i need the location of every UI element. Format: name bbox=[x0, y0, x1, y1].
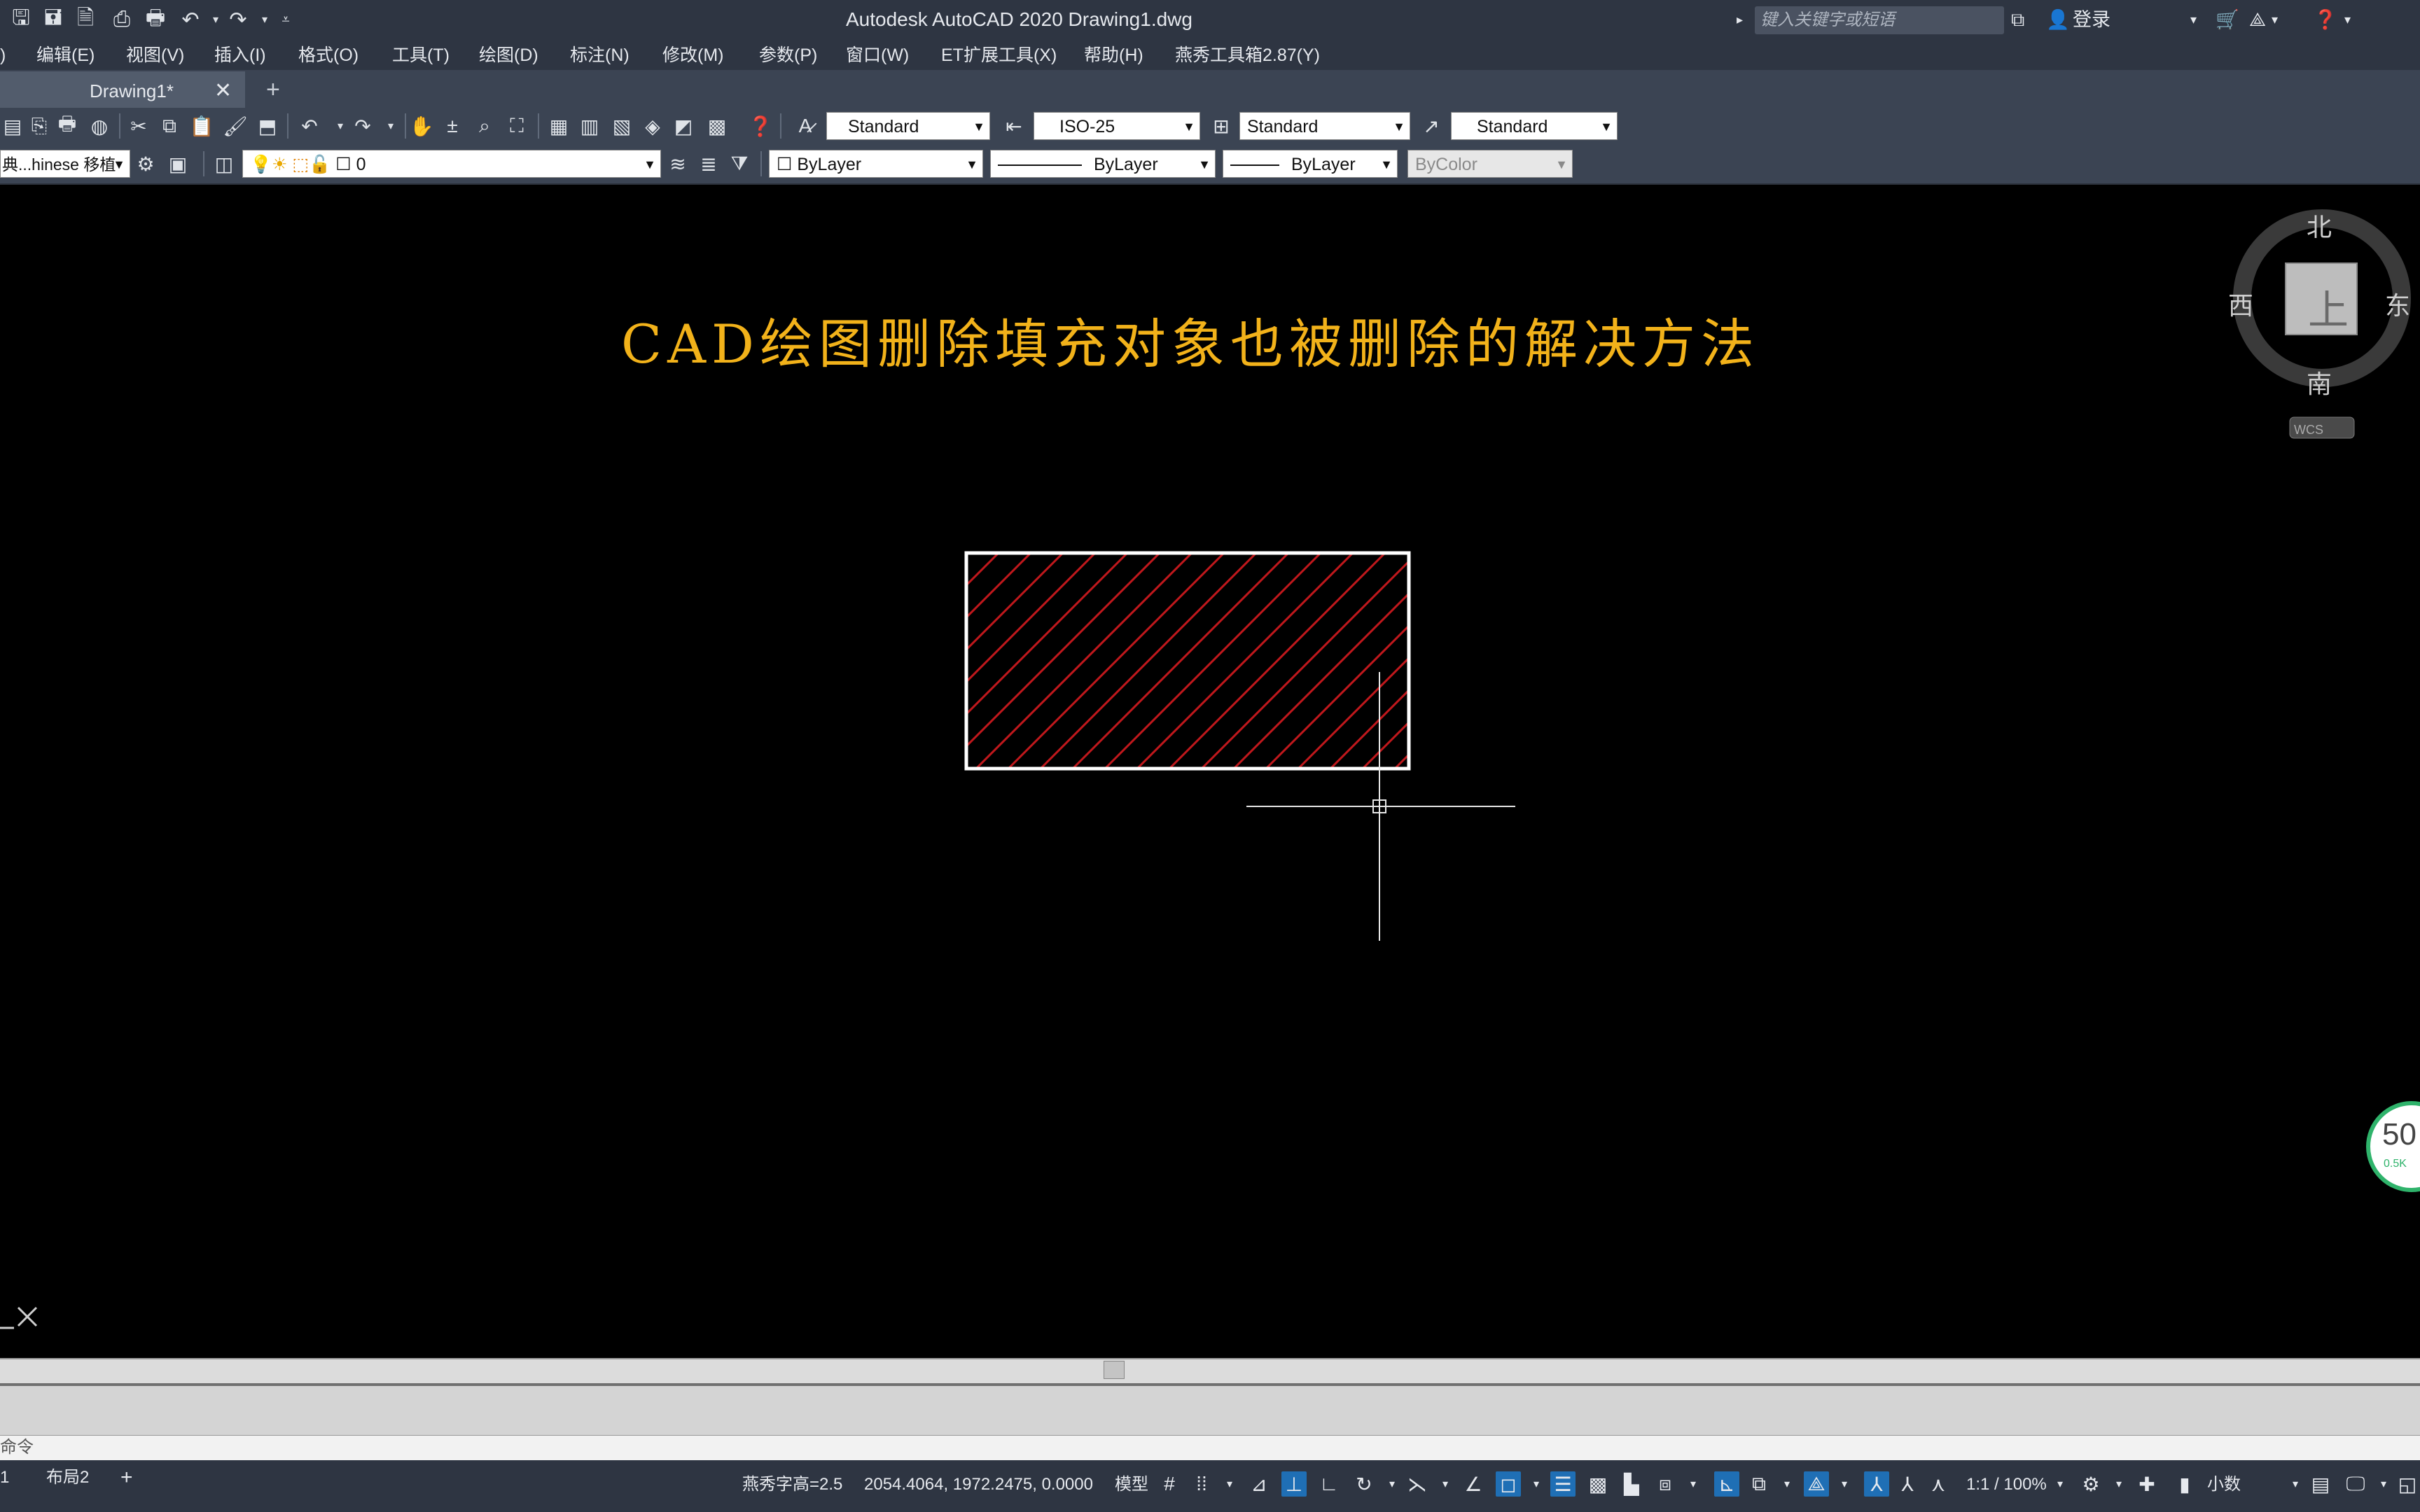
command-input[interactable] bbox=[0, 1435, 2420, 1461]
snap-dropdown-icon[interactable]: ▾ bbox=[1217, 1471, 1242, 1497]
wcs-label: WCS bbox=[2294, 423, 2323, 437]
object-snap-tracking-icon[interactable]: ∠ bbox=[1461, 1471, 1486, 1497]
hatch-line bbox=[1588, 553, 1804, 769]
hatch-line bbox=[1232, 592, 1409, 769]
gizmo-dropdown-icon[interactable]: ▾ bbox=[1832, 1471, 1857, 1497]
tab-layout2[interactable]: 布局2 bbox=[46, 1463, 89, 1492]
osnap-dropdown-icon[interactable]: ▾ bbox=[1524, 1471, 1549, 1497]
lineweight-icon[interactable]: ☰ bbox=[1550, 1471, 1576, 1497]
hatch-line bbox=[975, 553, 1193, 769]
model-space-button[interactable]: 模型 bbox=[1115, 1473, 1148, 1497]
hatch-line bbox=[1200, 559, 1409, 769]
isodraft-icon[interactable]: ⋋ bbox=[1405, 1471, 1430, 1497]
transparency-icon[interactable]: ▩ bbox=[1585, 1471, 1611, 1497]
viewcube-south[interactable]: 南 bbox=[2307, 364, 2332, 400]
units-icon[interactable]: ▮ bbox=[2172, 1471, 2197, 1497]
hatch-line bbox=[1620, 553, 1836, 769]
hatch-line bbox=[1297, 656, 1409, 769]
viewcube-west[interactable]: 西 bbox=[2228, 286, 2253, 322]
add-layout-icon[interactable]: + bbox=[120, 1463, 133, 1492]
dynamic-input-icon[interactable]: ⊥ bbox=[1281, 1471, 1307, 1497]
drawing-geometry bbox=[0, 551, 1836, 1329]
hatch-line bbox=[966, 553, 968, 555]
workspace-switch-icon[interactable]: ⚙ bbox=[2078, 1471, 2103, 1497]
quick-properties-icon[interactable]: ▤ bbox=[2308, 1471, 2333, 1497]
viewcube-face-label: 上 bbox=[2308, 288, 2349, 333]
gizmo-icon[interactable]: ⟁ bbox=[1804, 1471, 1829, 1497]
scrollbar-thumb[interactable] bbox=[1104, 1361, 1125, 1379]
units-value[interactable]: 小数 bbox=[2207, 1473, 2241, 1497]
speed-value: 50 bbox=[2382, 1117, 2416, 1152]
object-snap-icon[interactable]: ◻ bbox=[1496, 1471, 1521, 1497]
hatch-line bbox=[1071, 553, 1290, 769]
command-prompt: 命令 bbox=[0, 1438, 34, 1457]
hatch-line bbox=[966, 553, 1064, 652]
auto-scale-icon[interactable]: ⅄ bbox=[1895, 1471, 1920, 1497]
selection-filter-icon[interactable]: ⧉ bbox=[1746, 1471, 1772, 1497]
scale-dropdown-icon[interactable]: ▾ bbox=[2047, 1471, 2073, 1497]
annotation-monitor-icon[interactable]: ✚ bbox=[2134, 1471, 2160, 1497]
isolate-objects-icon[interactable]: ◱ bbox=[2395, 1471, 2420, 1497]
ucs-icon bbox=[17, 1306, 38, 1327]
hatch-line bbox=[966, 553, 1129, 716]
hatch-line bbox=[1039, 553, 1258, 769]
hatch-line bbox=[966, 553, 1032, 620]
polar-dropdown-icon[interactable]: ▾ bbox=[1379, 1471, 1405, 1497]
hatch-line bbox=[1524, 553, 1739, 769]
layout-tabs bbox=[0, 1460, 728, 1512]
ortho-icon[interactable]: ∟ bbox=[1316, 1471, 1342, 1497]
coordinates-readout[interactable]: 2054.4064, 1972.2475, 0.0000 bbox=[864, 1473, 1093, 1497]
hatch-line bbox=[1459, 553, 1675, 769]
hatch-line bbox=[1556, 553, 1772, 769]
annotation-visibility-icon[interactable]: ⅄ bbox=[1864, 1471, 1889, 1497]
3dosnap-dropdown-icon[interactable]: ▾ bbox=[1681, 1471, 1706, 1497]
hatch-line bbox=[1265, 624, 1409, 769]
tab-layout1[interactable]: 1 bbox=[0, 1463, 9, 1492]
3d-osnap-icon[interactable]: ⧈ bbox=[1653, 1471, 1678, 1497]
hatch-line bbox=[966, 553, 1097, 684]
viewcube-east[interactable]: 东 bbox=[2385, 286, 2410, 322]
annotation-scale-value[interactable]: 1:1 / 100% bbox=[1966, 1473, 2047, 1497]
hatch-line bbox=[966, 553, 1161, 748]
hatch-line bbox=[1427, 553, 1643, 769]
hatch-line bbox=[1007, 553, 1225, 769]
units-dropdown-icon[interactable]: ▾ bbox=[2283, 1471, 2308, 1497]
annotation-scale-icon[interactable]: ⋏ bbox=[1926, 1471, 1951, 1497]
viewcube-north[interactable]: 北 bbox=[2307, 207, 2332, 244]
polar-tracking-icon[interactable]: ↻ bbox=[1351, 1471, 1377, 1497]
hatch-line bbox=[1491, 553, 1707, 769]
grid-icon[interactable]: # bbox=[1157, 1471, 1182, 1497]
yanxiu-text-height[interactable]: 燕秀字高=2.5 bbox=[742, 1473, 842, 1497]
snap-icon[interactable]: ⁞⁞ bbox=[1189, 1471, 1214, 1497]
hatch-line bbox=[1168, 553, 1386, 769]
filter-dropdown-icon[interactable]: ▾ bbox=[1774, 1471, 1800, 1497]
hatch-pattern[interactable] bbox=[751, 553, 1836, 769]
speed-sub: 0.5K bbox=[2384, 1158, 2407, 1170]
hardware-dropdown-icon[interactable]: ▾ bbox=[2371, 1471, 2396, 1497]
horizontal-scrollbar[interactable] bbox=[0, 1358, 2420, 1385]
isodraft-dropdown-icon[interactable]: ▾ bbox=[1433, 1471, 1458, 1497]
workspace-dropdown-icon[interactable]: ▾ bbox=[2106, 1471, 2132, 1497]
command-history bbox=[0, 1383, 2420, 1438]
hardware-acceleration-icon[interactable]: 🖵 bbox=[2343, 1471, 2368, 1497]
hatch-line bbox=[1329, 688, 1409, 769]
selection-cycling-icon[interactable]: ▙ bbox=[1619, 1471, 1644, 1497]
hatch-line bbox=[1393, 752, 1409, 769]
infer-constraints-icon[interactable]: ⊿ bbox=[1246, 1471, 1272, 1497]
dynamic-ucs-icon[interactable]: ⊾ bbox=[1714, 1471, 1739, 1497]
hatch-line bbox=[1104, 553, 1322, 769]
hatch-line bbox=[1136, 553, 1354, 769]
hatch-line bbox=[1361, 720, 1409, 769]
